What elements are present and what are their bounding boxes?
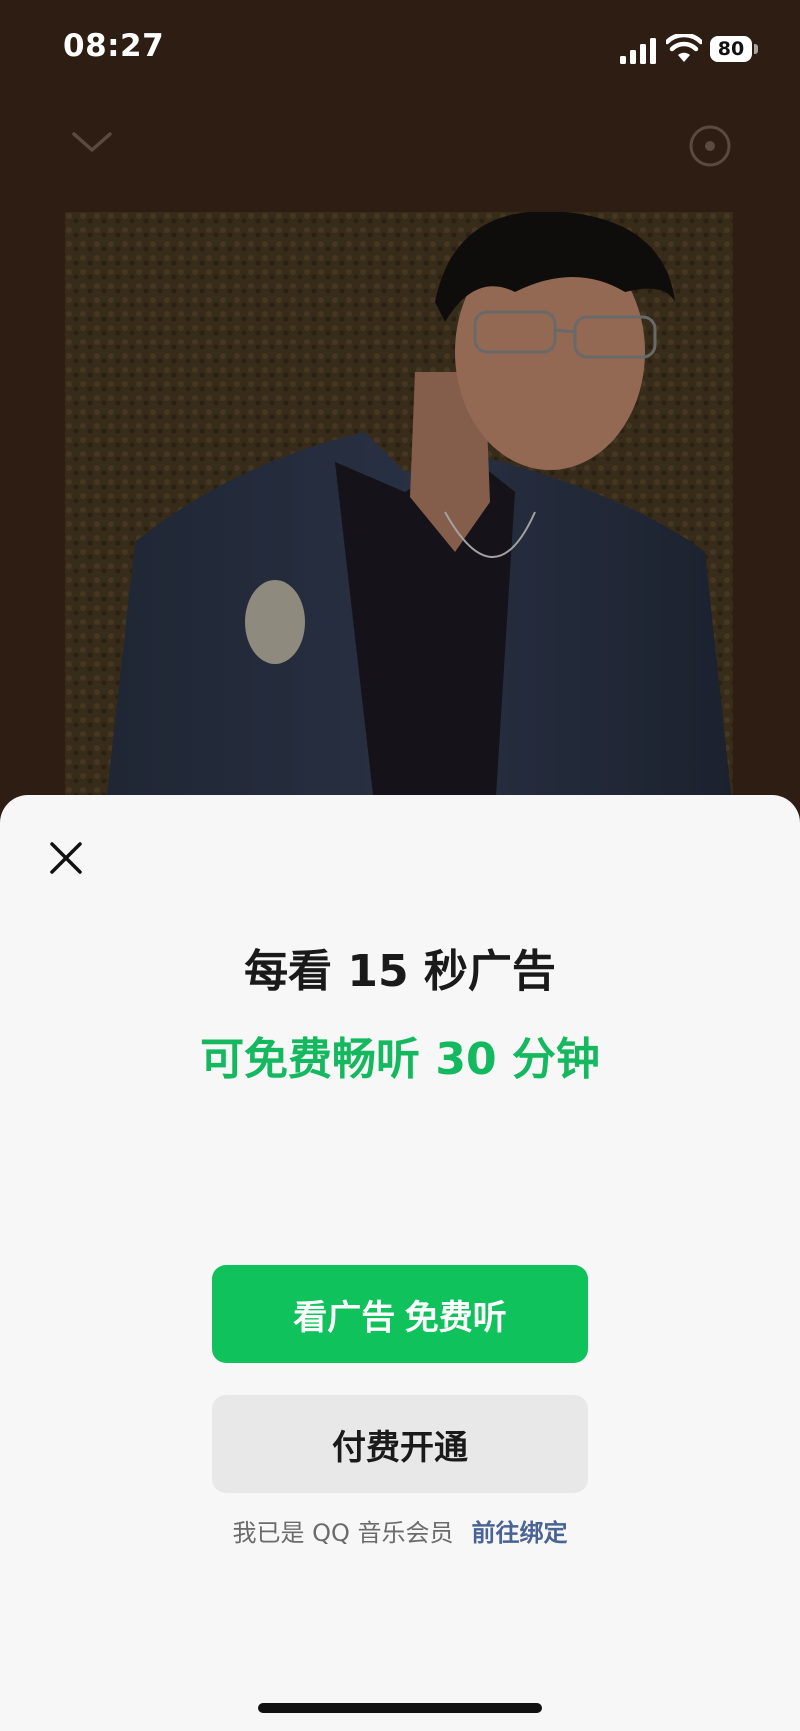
status-time: 08:27 <box>63 28 165 64</box>
battery-level: 80 <box>717 38 745 60</box>
status-bar: 08:27 80 <box>0 0 800 100</box>
chevron-down-icon[interactable] <box>70 128 114 158</box>
record-icon[interactable] <box>688 124 732 168</box>
close-icon[interactable] <box>48 840 84 876</box>
sheet-subtitle: 可免费畅听 30 分钟 <box>200 1034 600 1085</box>
wifi-icon <box>666 34 702 62</box>
watch-ad-button[interactable]: 看广告 免费听 <box>212 1265 588 1363</box>
bind-member-link[interactable]: 前往绑定 <box>472 1519 568 1547</box>
signal-icon <box>620 38 656 64</box>
member-text: 我已是 QQ 音乐会员 <box>232 1519 454 1547</box>
sheet-title: 每看 15 秒广告 <box>244 946 556 997</box>
member-row: 我已是 QQ 音乐会员 前往绑定 <box>0 1513 800 1548</box>
artist-photo <box>65 212 733 812</box>
album-art <box>65 212 733 812</box>
ad-unlock-sheet: 每看 15 秒广告 可免费畅听 30 分钟 看广告 免费听 付费开通 我已是 Q… <box>0 795 800 1731</box>
pay-button[interactable]: 付费开通 <box>212 1395 588 1493</box>
home-indicator <box>258 1703 542 1713</box>
battery-icon: 80 <box>710 36 758 64</box>
